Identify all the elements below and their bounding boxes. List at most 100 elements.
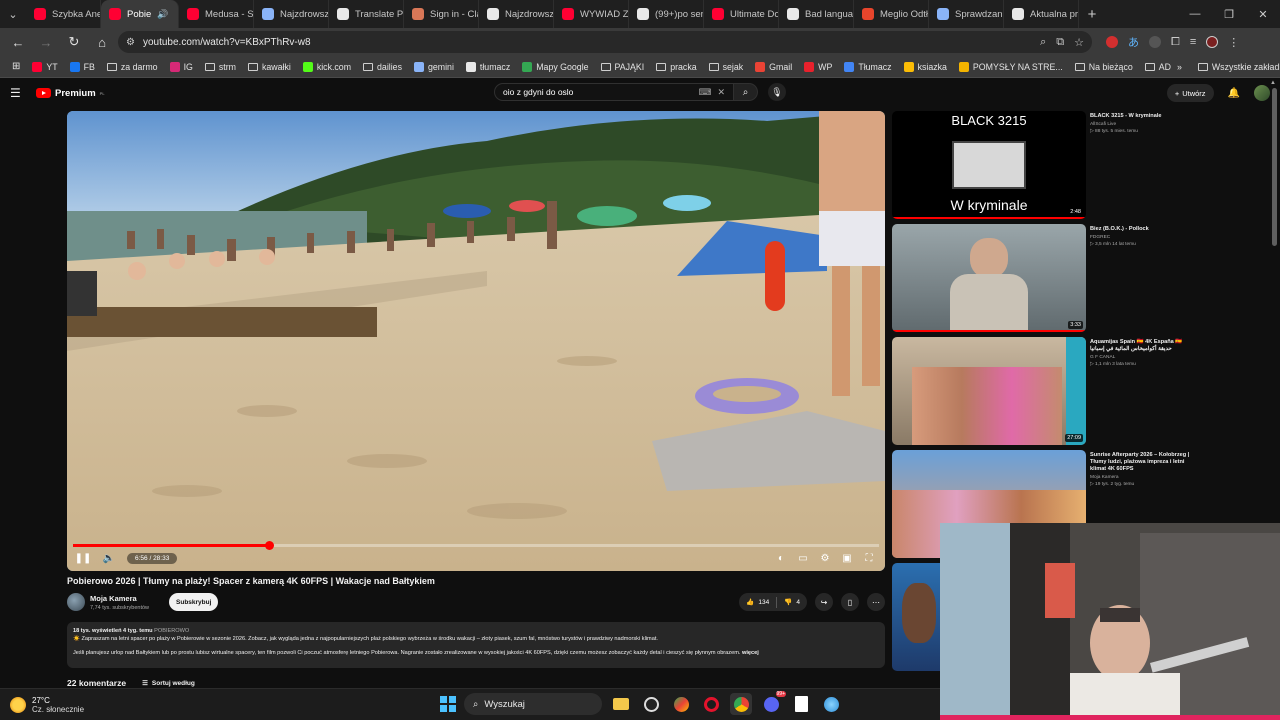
file-explorer-icon[interactable]	[610, 693, 632, 715]
channel-name[interactable]: Moja Kamera	[1090, 475, 1190, 480]
page-scrollbar[interactable]	[1272, 88, 1277, 246]
hashtag[interactable]: POBIEROWO	[154, 628, 189, 634]
bookmark-item[interactable]: tłumacz	[460, 61, 516, 72]
browser-tab[interactable]: WYWIAD Z N	[554, 0, 629, 28]
opera-icon[interactable]	[700, 693, 722, 715]
related-video[interactable]: 3:33 Biez (B.O.K.) - Pollock FDGREC ▷ 3,…	[892, 224, 1192, 334]
browser-tab[interactable]: Ultimate Dop	[704, 0, 779, 28]
description-box[interactable]: 18 tys. wyświetleń 4 tyg. temu POBIEROWO…	[67, 622, 885, 668]
browser-tab[interactable]: Szybka Aneta	[26, 0, 101, 28]
more-bookmarks-icon[interactable]: »	[1177, 62, 1182, 72]
new-tab-button[interactable]: +	[1079, 6, 1105, 23]
like-icon[interactable]: 👍	[746, 598, 754, 606]
like-count[interactable]: 134	[758, 599, 769, 606]
tab-audio-icon[interactable]: 🔊	[157, 9, 168, 20]
dislike-icon[interactable]: 👎	[784, 598, 792, 606]
browser-tab[interactable]: Bad language	[779, 0, 854, 28]
maximize-icon[interactable]: ❐	[1212, 0, 1246, 28]
browser-tab[interactable]: Najzdrowsze	[254, 0, 329, 28]
guide-menu-icon[interactable]: ☰	[10, 86, 24, 100]
video-thumbnail[interactable]: 3:33	[892, 224, 1086, 332]
browser-tab[interactable]: Aktualna pro	[1004, 0, 1079, 28]
weather-widget[interactable]: 27°C Cz. słonecznie	[10, 696, 84, 714]
browser-tab[interactable]: Najzdrowsze	[479, 0, 554, 28]
puzzle-icon[interactable]: ⧠	[1171, 36, 1180, 49]
record-extension-icon[interactable]	[1106, 36, 1118, 48]
bookmark-item[interactable]: pracka	[650, 62, 702, 72]
subscribe-button[interactable]: Subskrybuj	[169, 593, 219, 611]
site-info-icon[interactable]: ⚙	[126, 37, 135, 48]
tab-search-chevron-icon[interactable]: ⌄	[0, 0, 26, 28]
bookmark-item[interactable]: Mapy Google	[516, 61, 594, 72]
close-window-icon[interactable]: ✕	[1246, 0, 1280, 28]
create-button[interactable]: + Utwórz	[1166, 84, 1214, 102]
more-actions-icon[interactable]: ⋯	[867, 593, 885, 611]
bookmark-item[interactable]: ksiazka	[898, 61, 953, 72]
install-icon[interactable]: ⧉	[1056, 36, 1064, 49]
keyboard-icon[interactable]: ⌨	[698, 87, 711, 98]
channel-name[interactable]: FDGREC	[1090, 235, 1190, 240]
forward-icon[interactable]: →	[34, 30, 58, 54]
autoplay-toggle-icon[interactable]: ◐	[773, 550, 789, 566]
related-video[interactable]: 27:09 Aquamijas Spain 🇪🇸 4K España 🇪🇸 حد…	[892, 337, 1192, 447]
bookmark-item[interactable]: Tłumacz	[838, 61, 897, 72]
search-button[interactable]: ⌕	[734, 83, 758, 101]
bookmark-item[interactable]: strm	[199, 62, 242, 72]
windows-start-icon[interactable]	[440, 696, 456, 712]
home-icon[interactable]: ⌂	[90, 30, 114, 54]
browser-tab[interactable]: Sprawdzanie	[929, 0, 1004, 28]
bookmark-item[interactable]: za darmo	[101, 62, 164, 72]
share-icon[interactable]: ↪	[815, 593, 833, 611]
search-query[interactable]: oio z gdyni do oslo	[503, 87, 692, 97]
video-title[interactable]: BLACK 3215 - W kryminale	[1090, 113, 1190, 120]
subtitles-icon[interactable]: ▭	[795, 550, 811, 566]
bookmark-star-icon[interactable]: ☆	[1074, 36, 1084, 49]
bookmark-item[interactable]: Gmail	[749, 61, 798, 72]
back-icon[interactable]: ←	[6, 30, 30, 54]
video-title[interactable]: Biez (B.O.K.) - Pollock	[1090, 226, 1190, 233]
volume-icon[interactable]: 🔈	[101, 550, 117, 566]
bookmark-item[interactable]: POMYSŁY NA STRE...	[953, 61, 1069, 72]
extension-icon[interactable]	[1149, 36, 1161, 48]
notifications-bell-icon[interactable]: 🔔	[1228, 88, 1240, 99]
settings-gear-icon[interactable]: ⚙	[817, 550, 833, 566]
channel-name[interactable]: Moja Kamera	[90, 594, 149, 603]
more-menu-icon[interactable]: ⋮	[1228, 36, 1239, 49]
zoom-icon[interactable]: ⌕	[1040, 36, 1046, 49]
account-avatar[interactable]	[1254, 85, 1270, 101]
bookmark-item[interactable]: IG	[164, 61, 199, 72]
obs-icon[interactable]	[640, 693, 662, 715]
bookmark-item[interactable]: Na bieżąco	[1069, 62, 1139, 72]
video-title[interactable]: Sunrise Afterparty 2026 – Kołobrzeg | Tł…	[1090, 452, 1190, 473]
minimize-icon[interactable]: —	[1178, 0, 1212, 28]
voice-search-button[interactable]: 🎙	[768, 83, 786, 101]
related-video[interactable]: BLACK 3215 W kryminale 2:48 BLACK 3215 -…	[892, 111, 1192, 221]
discord-icon[interactable]: 99+	[760, 691, 786, 715]
pause-icon[interactable]: ❚❚	[75, 550, 92, 566]
miniplayer-icon[interactable]: ▣	[839, 550, 855, 566]
channel-avatar[interactable]	[67, 593, 85, 611]
bookmark-item[interactable]: kawałki	[242, 62, 297, 72]
bookmark-item[interactable]: WP	[798, 61, 838, 72]
reload-icon[interactable]: ↻	[62, 30, 86, 54]
media-control-icon[interactable]: ≡	[1190, 36, 1196, 48]
video-player[interactable]: ❚❚ 🔈 6:56 / 28:33 ◐ ▭ ⚙ ▣ ⛶	[67, 111, 885, 571]
search-input[interactable]: oio z gdyni do oslo ⌨ ✕	[494, 83, 734, 101]
browser-shield-icon[interactable]	[670, 693, 692, 715]
translate-extension-icon[interactable]: あ	[1128, 34, 1139, 50]
show-more-link[interactable]: więcej	[742, 650, 759, 656]
bookmark-item[interactable]: FB	[64, 61, 101, 72]
browser-tab[interactable]: (99+)po serw	[629, 0, 704, 28]
browser-tab[interactable]: Sign in - Clau	[404, 0, 479, 28]
youtube-premium-logo[interactable]: Premium PL	[36, 88, 105, 99]
browser-tab[interactable]: Meglio Odtłu	[854, 0, 929, 28]
video-thumbnail[interactable]: BLACK 3215 W kryminale 2:48	[892, 111, 1086, 219]
fullscreen-icon[interactable]: ⛶	[861, 550, 877, 566]
browser-tab[interactable]: Translate Pol	[329, 0, 404, 28]
profile-avatar[interactable]	[1206, 36, 1219, 48]
chrome-icon[interactable]	[730, 693, 752, 715]
bookmark-item[interactable]: kick.com	[297, 61, 357, 72]
dislike-count[interactable]: 4	[796, 599, 800, 606]
video-thumbnail[interactable]: 27:09	[892, 337, 1086, 445]
save-icon[interactable]: ▯	[841, 593, 859, 611]
